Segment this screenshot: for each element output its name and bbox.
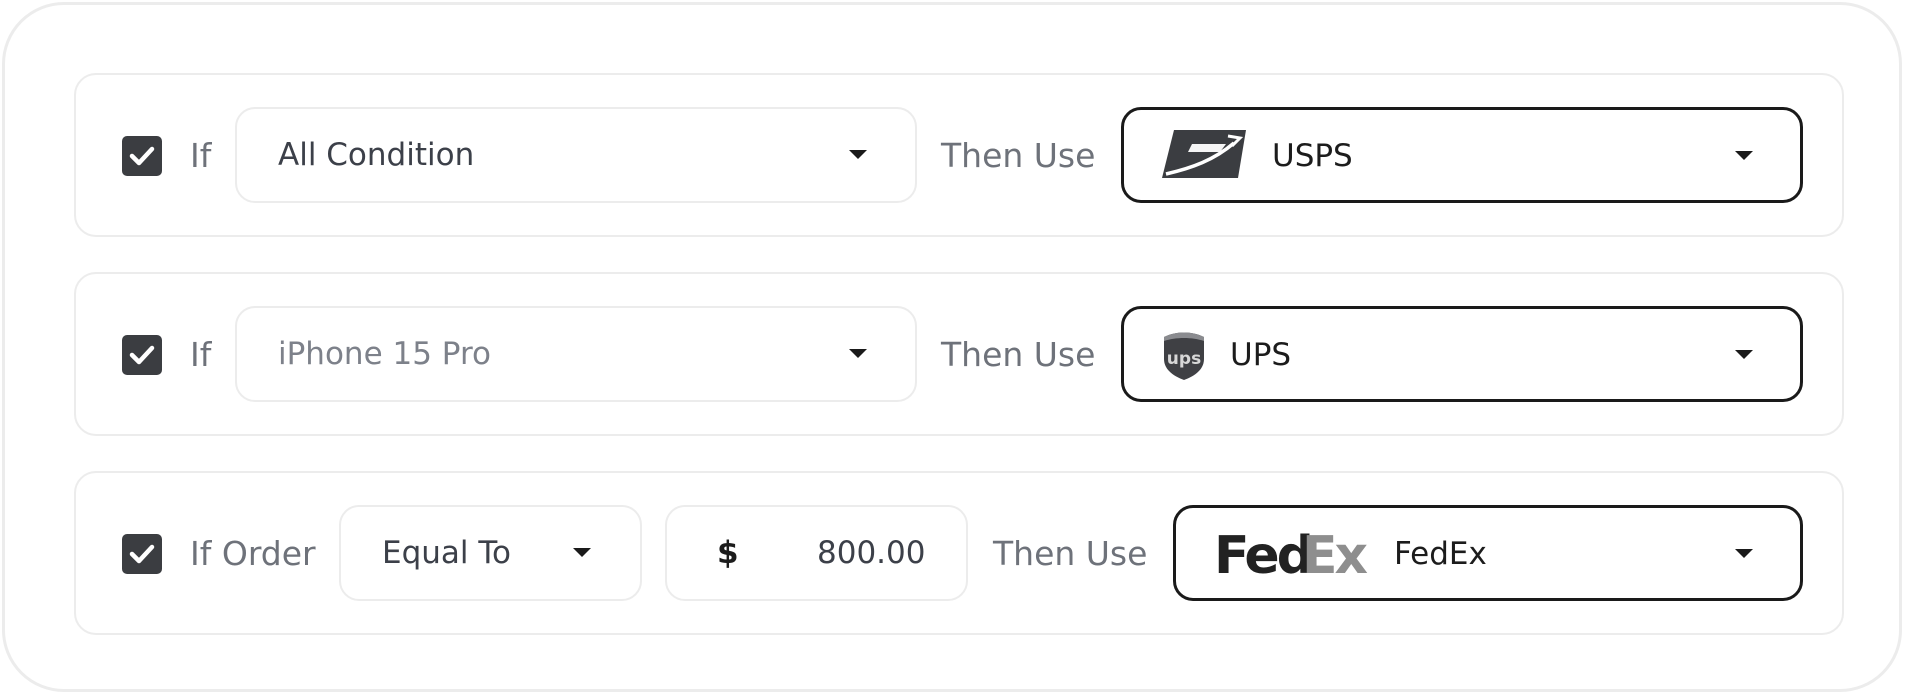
chevron-down-icon	[849, 349, 867, 358]
rule-checkbox[interactable]	[122, 136, 162, 176]
order-amount-value: 800.00	[817, 535, 926, 571]
checkmark-icon	[129, 146, 155, 166]
shipping-rule-row: If iPhone 15 Pro Then Use ups UPS	[74, 272, 1844, 436]
carrier-select[interactable]: ups UPS	[1121, 306, 1803, 402]
carrier-select-value: USPS	[1272, 138, 1353, 174]
condition-select-value: All Condition	[278, 137, 475, 173]
shipping-rule-row: If Order Equal To $ 800.00 Then Use Fed …	[74, 471, 1844, 635]
currency-symbol: $	[717, 535, 739, 571]
operator-select-value: Equal To	[382, 535, 512, 571]
checkmark-icon	[129, 544, 155, 564]
carrier-select-value: UPS	[1230, 337, 1292, 373]
svg-text:Fed: Fed	[1214, 527, 1311, 583]
condition-select[interactable]: All Condition	[235, 107, 917, 203]
checkmark-icon	[129, 345, 155, 365]
fedex-logo-icon: Fed Ex	[1214, 527, 1371, 583]
then-use-label: Then Use	[993, 534, 1148, 573]
then-use-label: Then Use	[941, 136, 1096, 175]
order-amount-input[interactable]: $ 800.00	[665, 505, 968, 601]
chevron-down-icon	[1735, 549, 1753, 558]
carrier-select-value: FedEx	[1394, 536, 1487, 572]
chevron-down-icon	[1735, 350, 1753, 359]
if-order-label: If Order	[190, 534, 316, 573]
operator-select[interactable]: Equal To	[339, 505, 642, 601]
carrier-select[interactable]: Fed Ex FedEx	[1173, 505, 1803, 601]
then-use-label: Then Use	[941, 335, 1096, 374]
product-select-placeholder: iPhone 15 Pro	[278, 336, 491, 372]
shipping-rule-row: If All Condition Then Use USPS	[74, 73, 1844, 237]
if-label: If	[190, 335, 212, 374]
svg-text:ups: ups	[1167, 349, 1201, 369]
product-select[interactable]: iPhone 15 Pro	[235, 306, 917, 402]
chevron-down-icon	[849, 150, 867, 159]
carrier-select[interactable]: USPS	[1121, 107, 1803, 203]
usps-logo-icon	[1162, 130, 1246, 178]
rule-checkbox[interactable]	[122, 534, 162, 574]
chevron-down-icon	[1735, 151, 1753, 160]
rule-checkbox[interactable]	[122, 335, 162, 375]
ups-logo-icon: ups	[1164, 332, 1204, 380]
chevron-down-icon	[573, 548, 591, 557]
svg-text:Ex: Ex	[1302, 527, 1368, 583]
if-label: If	[190, 136, 212, 175]
shipping-rules-card: If All Condition Then Use USPS If iPhone…	[2, 2, 1902, 692]
